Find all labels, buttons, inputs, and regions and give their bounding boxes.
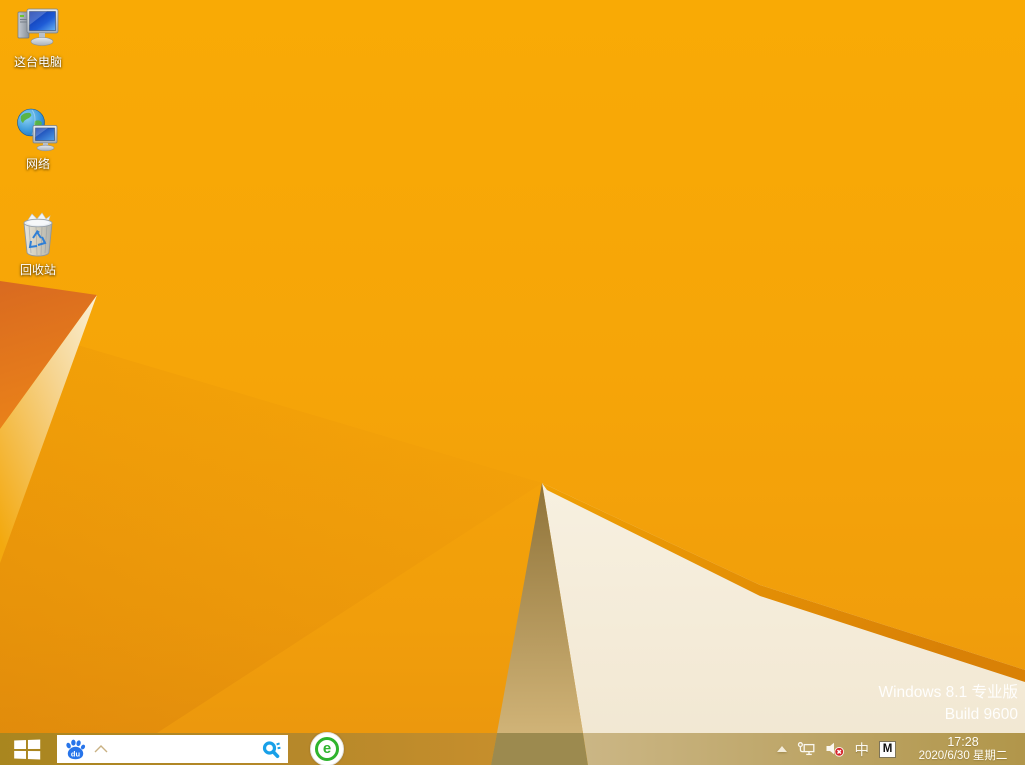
ime-mode-icon[interactable]: M	[879, 741, 896, 758]
clock-time: 17:28	[908, 735, 1018, 749]
browser-360-icon[interactable]: e	[310, 732, 344, 765]
ime-language-indicator[interactable]: 中	[855, 739, 870, 760]
desktop-icon-label: 回收站	[20, 261, 56, 278]
chevron-up-icon[interactable]	[94, 745, 108, 753]
network-tray-icon[interactable]	[797, 741, 816, 757]
search-icon[interactable]	[260, 738, 283, 761]
desktop-icon-this-pc[interactable]: 这台电脑	[3, 6, 73, 70]
search-input[interactable]	[108, 738, 260, 760]
this-pc-icon	[14, 6, 62, 50]
taskbar-search-box[interactable]: du	[57, 735, 288, 763]
system-tray: 中 M 17:28 2020/6/30 星期二	[777, 733, 1022, 765]
windows-logo-icon	[14, 739, 40, 759]
browser-360-e-glyph: e	[323, 741, 331, 756]
taskbar-clock[interactable]: 17:28 2020/6/30 星期二	[908, 735, 1021, 763]
clock-date: 2020/6/30 星期二	[908, 749, 1018, 763]
volume-muted-icon[interactable]	[826, 741, 845, 757]
taskbar: du e	[0, 733, 1025, 765]
svg-text:du: du	[71, 749, 81, 758]
desktop-icon-label: 网络	[26, 155, 50, 172]
start-button[interactable]	[6, 733, 46, 765]
desktop-wallpaper	[0, 0, 1025, 733]
tray-expand-icon[interactable]	[777, 746, 787, 752]
windows-watermark: Windows 8.1 专业版 Build 9600	[878, 682, 1018, 726]
desktop-icon-recycle-bin[interactable]: 回收站	[3, 210, 73, 278]
network-icon	[15, 108, 61, 152]
windows-desktop: 这台电脑 网络	[0, 0, 1025, 765]
browser-360-ring: e	[315, 737, 339, 761]
recycle-bin-icon	[16, 210, 60, 258]
baidu-icon[interactable]: du	[64, 738, 87, 761]
desktop-icon-network[interactable]: 网络	[3, 108, 73, 172]
desktop-icon-label: 这台电脑	[14, 53, 62, 70]
watermark-build: Build 9600	[878, 704, 1018, 726]
watermark-edition: Windows 8.1 专业版	[878, 682, 1018, 704]
